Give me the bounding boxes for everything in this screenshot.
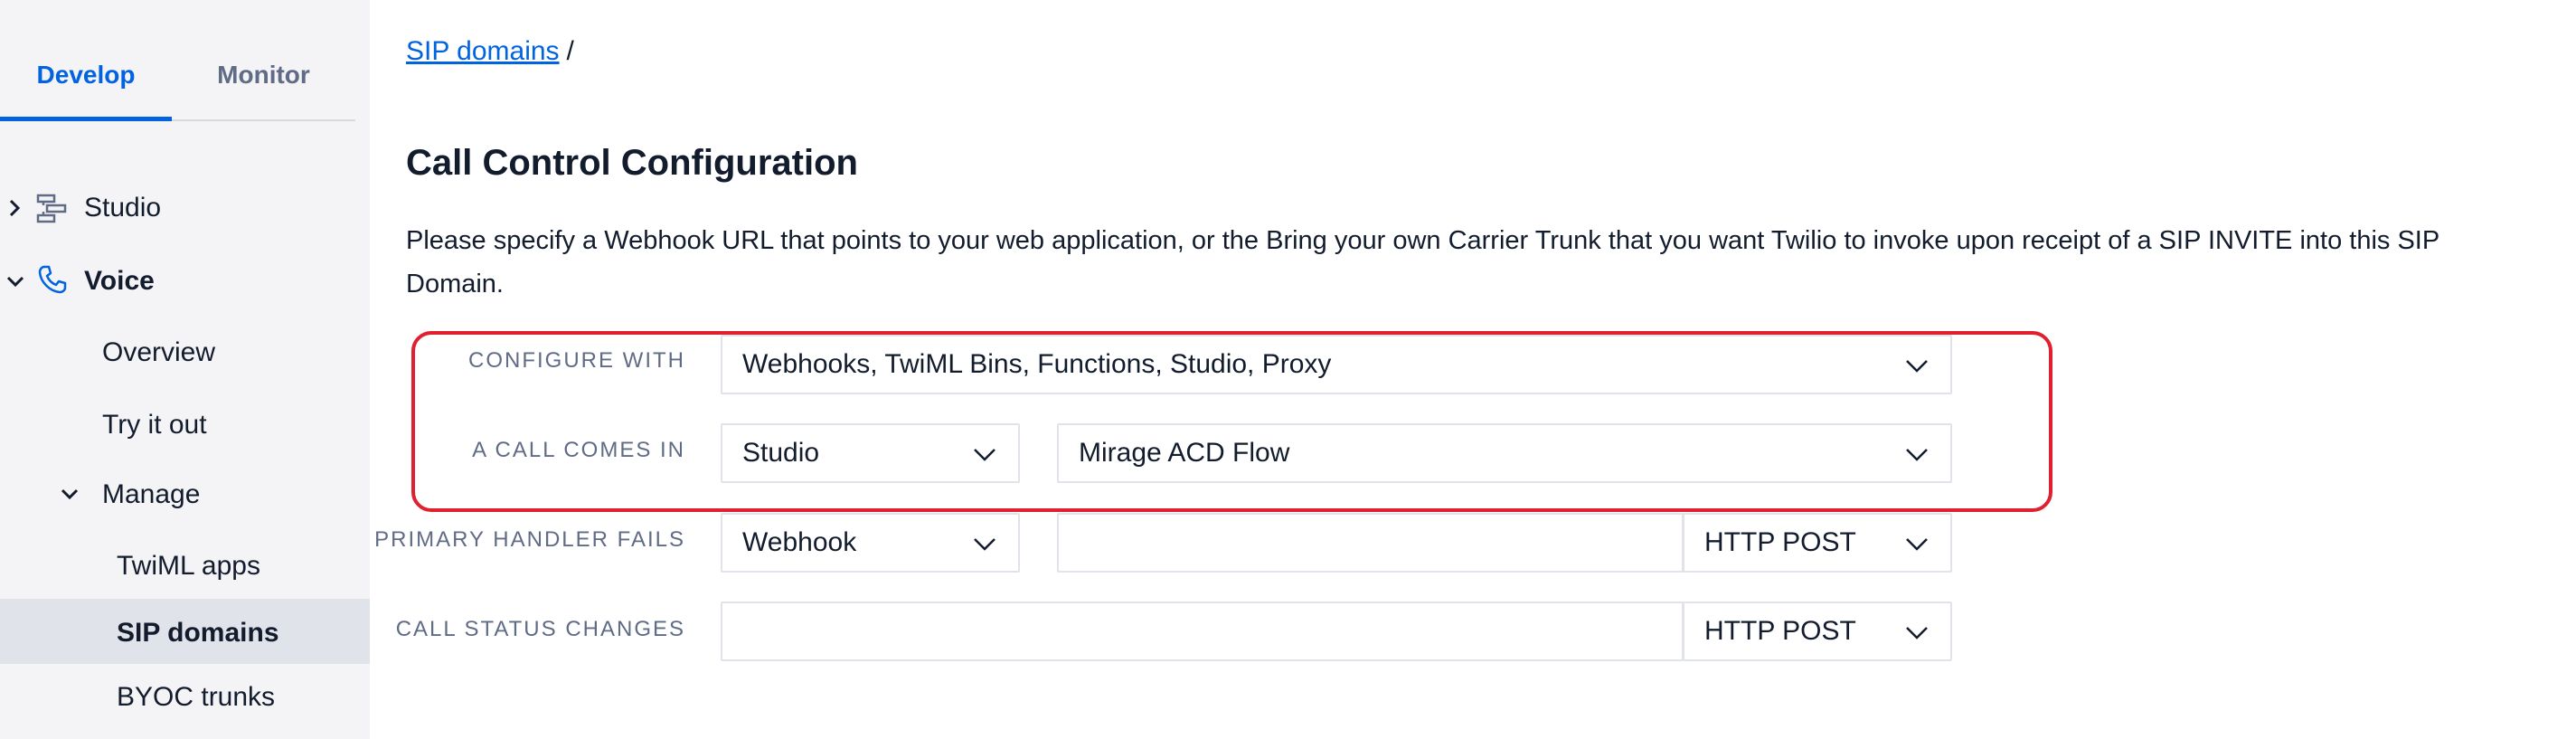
sidebar-item-studio[interactable]: Studio: [84, 193, 161, 223]
chevron-down-icon[interactable]: [0, 266, 31, 297]
chevron-down-icon[interactable]: [54, 478, 85, 509]
sidebar-item-overview[interactable]: Overview: [102, 337, 215, 368]
studio-flow-select[interactable]: Mirage ACD Flow: [1057, 423, 1952, 483]
call-status-changes-label: CALL STATUS CHANGES: [395, 617, 685, 641]
call-comes-in-type-value: Studio: [742, 438, 820, 468]
configure-with-label: CONFIGURE WITH: [468, 348, 685, 373]
sidebar: Develop Monitor Studio Voice Overview Tr…: [0, 0, 370, 739]
phone-icon: [38, 265, 67, 294]
tab-monitor[interactable]: Monitor: [172, 0, 355, 119]
studio-flow-value: Mirage ACD Flow: [1079, 438, 1290, 468]
page-description: Please specify a Webhook URL that points…: [406, 226, 2439, 298]
call-status-url-input[interactable]: [721, 602, 1684, 661]
page-title: Call Control Configuration: [406, 143, 858, 183]
call-comes-in-type-select[interactable]: Studio: [721, 423, 1020, 483]
chevron-down-icon: [1906, 360, 1928, 373]
sidebar-item-try-it-out[interactable]: Try it out: [102, 410, 207, 441]
tab-develop[interactable]: Develop: [0, 0, 172, 121]
primary-handler-fails-label: PRIMARY HANDLER FAILS: [374, 527, 685, 552]
sidebar-item-manage[interactable]: Manage: [102, 479, 200, 510]
sidebar-item-sip-domains[interactable]: SIP domains: [117, 618, 279, 649]
chevron-right-icon[interactable]: [0, 193, 31, 223]
breadcrumb: SIP domains /: [406, 36, 574, 67]
chevron-down-icon: [1906, 538, 1928, 551]
breadcrumb-link-sip-domains[interactable]: SIP domains: [406, 36, 560, 66]
call-comes-in-label: A CALL COMES IN: [472, 438, 685, 462]
sidebar-item-voice[interactable]: Voice: [84, 266, 155, 297]
chevron-down-icon: [1906, 449, 1928, 461]
breadcrumb-separator: /: [566, 36, 574, 66]
chevron-down-icon: [1906, 627, 1928, 640]
sidebar-item-byoc-trunks[interactable]: BYOC trunks: [117, 682, 275, 713]
configure-with-select[interactable]: Webhooks, TwiML Bins, Functions, Studio,…: [721, 335, 1952, 394]
primary-handler-method-select[interactable]: HTTP POST: [1683, 513, 1952, 573]
chevron-down-icon: [974, 449, 995, 461]
chevron-down-icon: [974, 538, 995, 551]
call-status-method-select[interactable]: HTTP POST: [1683, 602, 1952, 661]
primary-handler-type-select[interactable]: Webhook: [721, 513, 1020, 573]
primary-handler-type-value: Webhook: [742, 527, 857, 557]
primary-handler-url-input[interactable]: [1057, 513, 1684, 573]
sidebar-tabs: Develop Monitor: [0, 0, 355, 121]
configure-with-value: Webhooks, TwiML Bins, Functions, Studio,…: [742, 349, 1332, 379]
call-status-method-value: HTTP POST: [1704, 616, 1856, 646]
studio-flow-icon: [36, 194, 67, 223]
sidebar-item-twiml-apps[interactable]: TwiML apps: [117, 551, 260, 582]
primary-handler-method-value: HTTP POST: [1704, 527, 1856, 557]
